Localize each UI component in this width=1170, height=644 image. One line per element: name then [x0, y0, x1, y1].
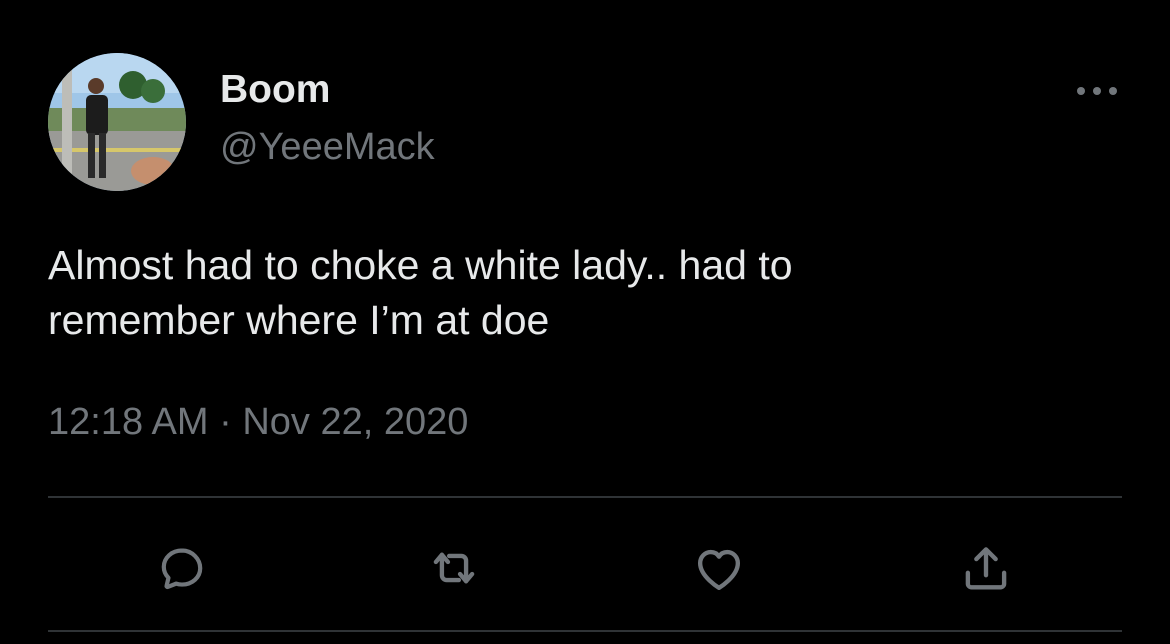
tweet-text-line: Almost had to choke a white lady.. had t…: [48, 242, 793, 288]
divider: [48, 496, 1122, 498]
author-display-name[interactable]: Boom: [220, 68, 331, 112]
retweet-icon: [433, 552, 475, 584]
avatar-photo: [48, 53, 186, 191]
author-handle[interactable]: @YeeeMack: [220, 125, 435, 169]
tweet-text: Almost had to choke a white lady.. had t…: [48, 238, 1128, 348]
divider: [48, 630, 1122, 632]
like-button[interactable]: [689, 538, 749, 598]
reply-icon: [161, 548, 203, 590]
avatar[interactable]: [48, 53, 186, 191]
more-options-button[interactable]: [1072, 78, 1122, 104]
retweet-button[interactable]: [424, 538, 484, 598]
like-icon: [697, 549, 741, 590]
tweet-timestamp[interactable]: 12:18 AM · Nov 22, 2020: [48, 399, 468, 445]
share-button[interactable]: [956, 538, 1016, 598]
reply-button[interactable]: [152, 538, 212, 598]
share-icon: [965, 547, 1007, 590]
more-options-icon: [1077, 87, 1117, 95]
tweet-text-line: remember where I’m at doe: [48, 297, 550, 343]
